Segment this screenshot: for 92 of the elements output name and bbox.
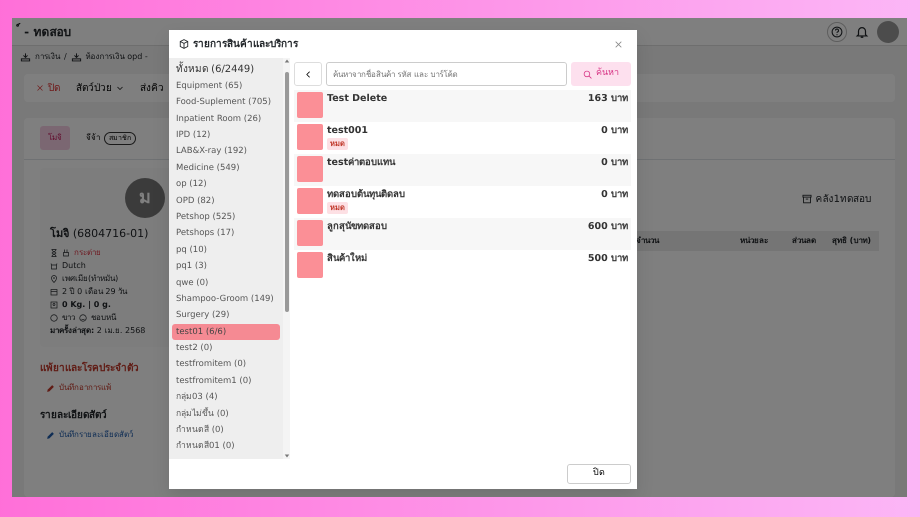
product-name: Test Delete bbox=[327, 92, 388, 106]
patient-name: โมจิ (6804716-01) bbox=[50, 226, 148, 242]
age-text: 2 ปี 0 เดือน 29 วัน bbox=[62, 286, 128, 298]
column-header: ส่วนลด bbox=[792, 234, 816, 246]
category-item[interactable]: Petshops (17) bbox=[172, 226, 280, 242]
product-price: 0 บาท bbox=[601, 188, 628, 202]
product-image-placeholder bbox=[297, 188, 323, 214]
weight-text: 0 Kg. | 0 g. bbox=[62, 299, 111, 311]
sex-text: เพศเมีย(ทำหมัน) bbox=[62, 273, 118, 285]
box-icon bbox=[179, 39, 189, 49]
category-item[interactable]: testfromitem (0) bbox=[172, 356, 280, 374]
species-text: กระต่าย bbox=[74, 247, 101, 259]
modal-title: รายการสินค้าและบริการ bbox=[193, 37, 298, 52]
pencil-icon bbox=[46, 430, 55, 440]
product-name: testค่าตอบแทน bbox=[327, 156, 396, 170]
archive-box-icon bbox=[802, 194, 812, 204]
category-item[interactable]: test2 (0) bbox=[172, 340, 280, 357]
category-item[interactable]: LAB&X-ray (192) bbox=[172, 144, 280, 160]
breadcrumb-separator: / bbox=[64, 51, 67, 63]
column-header: จำนวน bbox=[636, 234, 660, 246]
search-icon bbox=[583, 70, 592, 78]
product-row[interactable]: testค่าตอบแทน 0 บาท bbox=[294, 154, 631, 186]
pencil-icon bbox=[46, 384, 55, 392]
category-item[interactable]: Medicine (549) bbox=[172, 160, 280, 176]
product-price: 500 บาท bbox=[588, 252, 628, 266]
category-item[interactable]: pq1 (3) bbox=[172, 258, 280, 275]
bell-icon[interactable] bbox=[855, 24, 869, 38]
category-item[interactable]: Equipment (65) bbox=[172, 78, 280, 94]
section-title: แพ้ยาและโรคประจำตัว bbox=[40, 361, 139, 376]
category-item[interactable]: qwe (0) bbox=[172, 274, 280, 292]
temper-text: ชอบหนี bbox=[91, 312, 116, 324]
coat-color-text: ขาว bbox=[62, 312, 75, 324]
search-button[interactable]: ค้นหา bbox=[571, 62, 631, 86]
hourglass-icon bbox=[50, 248, 58, 256]
category-item[interactable]: Inpatient Room (26) bbox=[172, 110, 280, 128]
product-price: 0 บาท bbox=[601, 156, 628, 170]
product-image-placeholder bbox=[297, 252, 323, 278]
scroll-down-icon bbox=[284, 453, 290, 459]
close-button[interactable]: ปิด bbox=[567, 464, 631, 484]
product-name: test001 bbox=[327, 124, 370, 138]
help-button[interactable] bbox=[827, 22, 847, 42]
section-link[interactable]: บันทึกรายละเอียดสัตว์ bbox=[46, 429, 133, 441]
product-name: ลูกสุนัขทดสอบ bbox=[327, 220, 388, 234]
caret-icon bbox=[116, 84, 124, 92]
close-icon bbox=[614, 40, 623, 50]
toolbar-button[interactable]: สัตว์ป่วย bbox=[68, 78, 132, 98]
category-item[interactable]: Food-Suplement (705) bbox=[172, 94, 280, 111]
patient-avatar: ม bbox=[125, 178, 165, 218]
stock-location: คลัง1ทดสอบ bbox=[816, 192, 871, 206]
product-image-placeholder bbox=[297, 220, 323, 246]
category-item[interactable]: op (12) bbox=[172, 176, 280, 193]
product-price: 0 บาท bbox=[601, 124, 628, 138]
category-item[interactable]: pq (10) bbox=[172, 242, 280, 258]
breadcrumb-link[interactable]: ห้องการเงิน opd - bbox=[86, 51, 148, 63]
category-item[interactable]: กลุ่มไม่ขึ้น (0) bbox=[172, 406, 280, 422]
category-item[interactable]: Petshop (525) bbox=[172, 209, 280, 226]
category-item[interactable]: OPD (82) bbox=[172, 192, 280, 210]
column-header: สุทธิ (บาท) bbox=[832, 234, 871, 246]
calendar-icon bbox=[50, 288, 58, 296]
smile-icon bbox=[79, 314, 87, 322]
location-pin-icon bbox=[50, 274, 58, 282]
breed-text: Dutch bbox=[62, 260, 86, 272]
product-price: 600 บาท bbox=[588, 220, 628, 234]
category-item[interactable]: test01 (6/6) bbox=[172, 324, 280, 340]
help-icon bbox=[831, 26, 843, 38]
product-row[interactable]: Test Delete 163 บาท bbox=[294, 90, 631, 122]
back-button[interactable] bbox=[294, 62, 322, 86]
category-item[interactable]: Shampoo-Groom (149) bbox=[172, 291, 280, 308]
last-visit-text: มาครั้งล่าสุด: 2 เม.ย. 2568 bbox=[50, 324, 146, 337]
scroll-up-icon bbox=[284, 58, 290, 64]
product-row[interactable]: ลูกสุนัขทดสอบ 600 บาท bbox=[294, 218, 631, 250]
close-icon bbox=[36, 84, 44, 92]
product-price: 163 บาท bbox=[588, 92, 628, 106]
breadcrumb-link[interactable]: การเงิน bbox=[35, 51, 60, 63]
chevron-left-icon bbox=[304, 70, 312, 78]
product-image-placeholder bbox=[297, 124, 323, 150]
category-item[interactable]: ทั้งหมด (6/2449) bbox=[172, 60, 280, 78]
product-row[interactable]: สินค้าใหม่ 500 บาท bbox=[294, 250, 631, 282]
search-field[interactable]: ค้นหาจากชื่อสินค้า รหัส และ บาร์โค้ด bbox=[326, 62, 567, 86]
category-item[interactable]: IPD (12) bbox=[172, 127, 280, 144]
category-item[interactable]: กลุ่ม03 (4) bbox=[172, 389, 280, 406]
category-item[interactable]: Surgery (29) bbox=[172, 307, 280, 324]
product-image-placeholder bbox=[297, 92, 323, 118]
product-name: สินค้าใหม่ bbox=[327, 252, 368, 266]
category-item[interactable]: testfromitem1 (0) bbox=[172, 373, 280, 390]
category-item[interactable]: กำหนดสี01 (0) bbox=[172, 438, 280, 455]
section-title: รายละเอียดสัตว์ bbox=[40, 408, 107, 423]
product-image-placeholder bbox=[297, 156, 323, 182]
product-name: ทดสอบต้นทุนติดลบ bbox=[327, 188, 406, 202]
column-header: หน่วยละ bbox=[740, 234, 768, 246]
avatar-icon[interactable] bbox=[877, 20, 899, 42]
category-item[interactable]: กำหนดสี (0) bbox=[172, 422, 280, 439]
